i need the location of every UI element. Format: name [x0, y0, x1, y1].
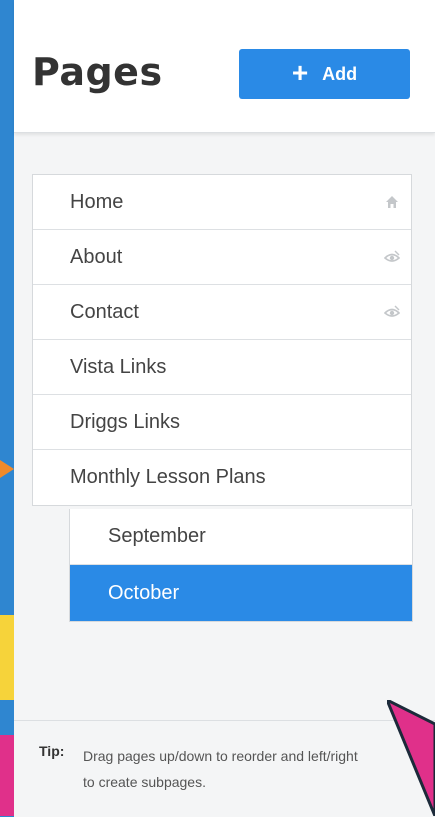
page-item-label: Driggs Links	[70, 410, 181, 433]
page-item-label: Vista Links	[70, 355, 167, 378]
tip-text: Drag pages up/down to reorder and left/r…	[83, 748, 358, 790]
page-item-home[interactable]: Home	[33, 175, 411, 230]
panel-header: Pages + Add	[14, 0, 435, 133]
tip-label: Tip:	[39, 743, 65, 759]
pages-list: Home About Contact Vista Links Driggs Li…	[32, 174, 412, 506]
page-title: Pages	[32, 50, 163, 94]
page-item-label: Contact	[70, 300, 139, 323]
pointer-arrow-icon	[387, 700, 435, 816]
subpage-item-label: October	[108, 581, 180, 604]
subpages-list: September October	[69, 509, 413, 622]
home-icon	[386, 196, 398, 208]
background-decoration	[0, 615, 14, 700]
page-item-contact[interactable]: Contact	[33, 285, 411, 340]
page-item-about[interactable]: About	[33, 230, 411, 285]
page-item-label: About	[70, 245, 123, 268]
subpage-item-label: September	[108, 525, 206, 547]
tip-section: Tip: Drag pages up/down to reorder and l…	[14, 720, 435, 817]
background-decoration	[0, 735, 14, 816]
page-item-vista-links[interactable]: Vista Links	[33, 340, 411, 395]
add-button-label: Add	[322, 63, 358, 84]
page-item-label: Home	[70, 190, 124, 213]
page-item-driggs-links[interactable]: Driggs Links	[33, 395, 411, 450]
page-item-label: Monthly Lesson Plans	[70, 466, 266, 488]
add-page-button[interactable]: + Add	[239, 49, 410, 99]
subpage-item-september[interactable]: September	[70, 509, 412, 565]
hidden-eye-icon	[384, 250, 400, 262]
plus-icon: +	[291, 57, 309, 88]
background-decoration	[0, 460, 14, 478]
subpage-item-october[interactable]: October	[70, 565, 412, 621]
pages-panel: Pages + Add Home About Contact Vista Lin…	[14, 0, 435, 817]
page-item-monthly-lesson-plans[interactable]: Monthly Lesson Plans	[33, 450, 411, 505]
hidden-eye-icon	[384, 305, 400, 317]
